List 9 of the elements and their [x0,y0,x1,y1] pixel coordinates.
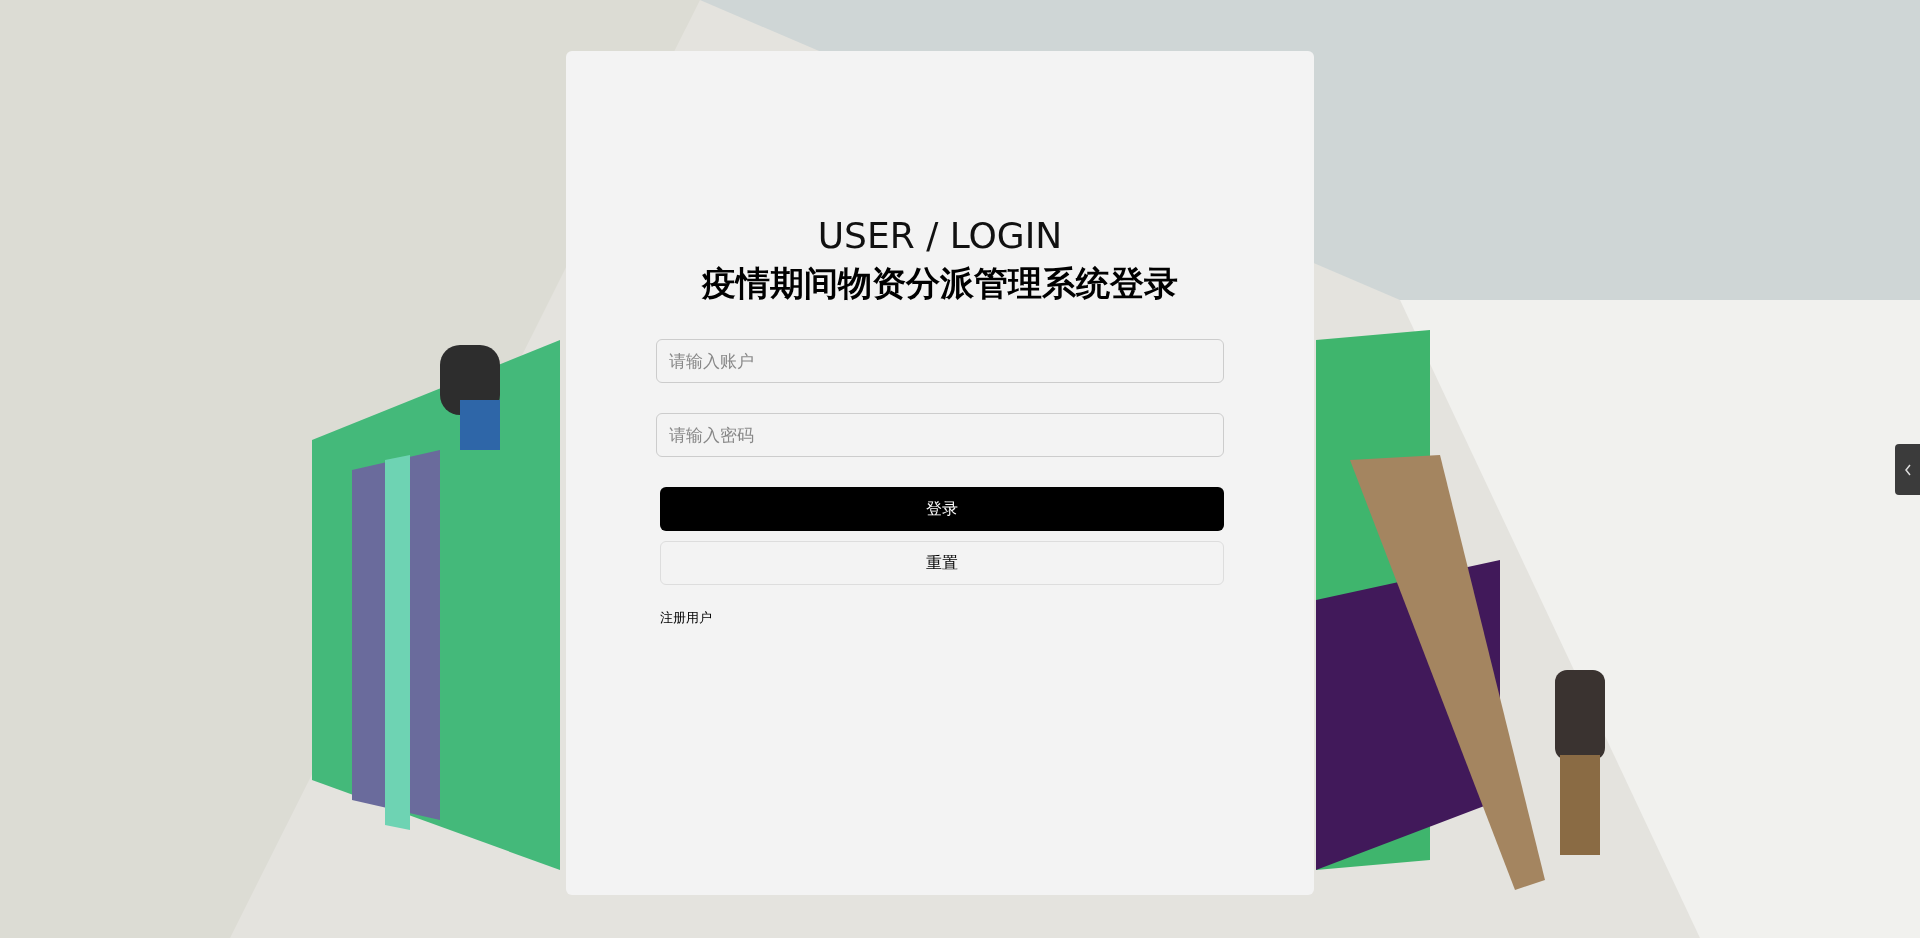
chevron-left-icon [1903,463,1912,476]
login-subtitle: USER / LOGIN [816,214,1064,258]
username-field[interactable]: 请输入账户 [656,339,1224,384]
reset-button[interactable]: 重置 [660,541,1224,586]
login-title: 疫情期间物资分派管理系统登录 [701,261,1179,305]
collapse-toggle[interactable] [1895,444,1920,495]
password-field[interactable]: 请输入密码 [656,413,1224,458]
login-button[interactable]: 登录 [660,487,1224,532]
register-link[interactable]: 注册用户 [660,610,712,626]
